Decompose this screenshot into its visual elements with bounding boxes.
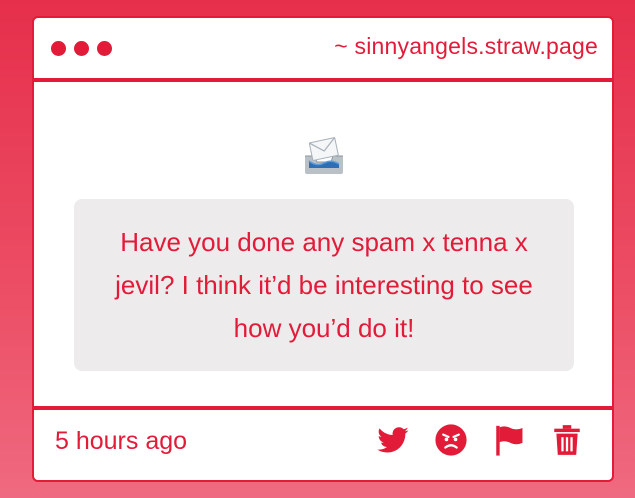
message-footer: 5 hours ago (34, 406, 612, 480)
flag-icon (496, 425, 523, 456)
message-text: Have you done any spam x tenna x jevil? … (115, 226, 533, 343)
delete-button[interactable] (550, 423, 584, 457)
twitter-share-button[interactable] (376, 423, 410, 457)
window-titlebar: ~ sinnyangels.straw.page (34, 18, 612, 82)
message-bubble: Have you done any spam x tenna x jevil? … (74, 199, 574, 371)
twitter-icon (377, 427, 409, 453)
page-background: { "window": { "url": "~ sinnyangels.stra… (0, 0, 635, 498)
angry-react-button[interactable] (434, 423, 468, 457)
timestamp: 5 hours ago (55, 427, 188, 455)
message-area: Have you done any spam x tenna x jevil? … (34, 82, 612, 410)
action-bar (376, 423, 584, 457)
trash-icon (554, 425, 580, 455)
incoming-envelope-icon (303, 134, 345, 176)
report-button[interactable] (492, 423, 526, 457)
minimize-dot[interactable] (74, 41, 89, 56)
window-controls (51, 41, 112, 56)
maximize-dot[interactable] (97, 41, 112, 56)
angry-face-icon (435, 424, 467, 456)
page-url: ~ sinnyangels.straw.page (334, 33, 598, 59)
close-dot[interactable] (51, 41, 66, 56)
browser-window: ~ sinnyangels.straw.page Have you done a… (32, 16, 614, 482)
